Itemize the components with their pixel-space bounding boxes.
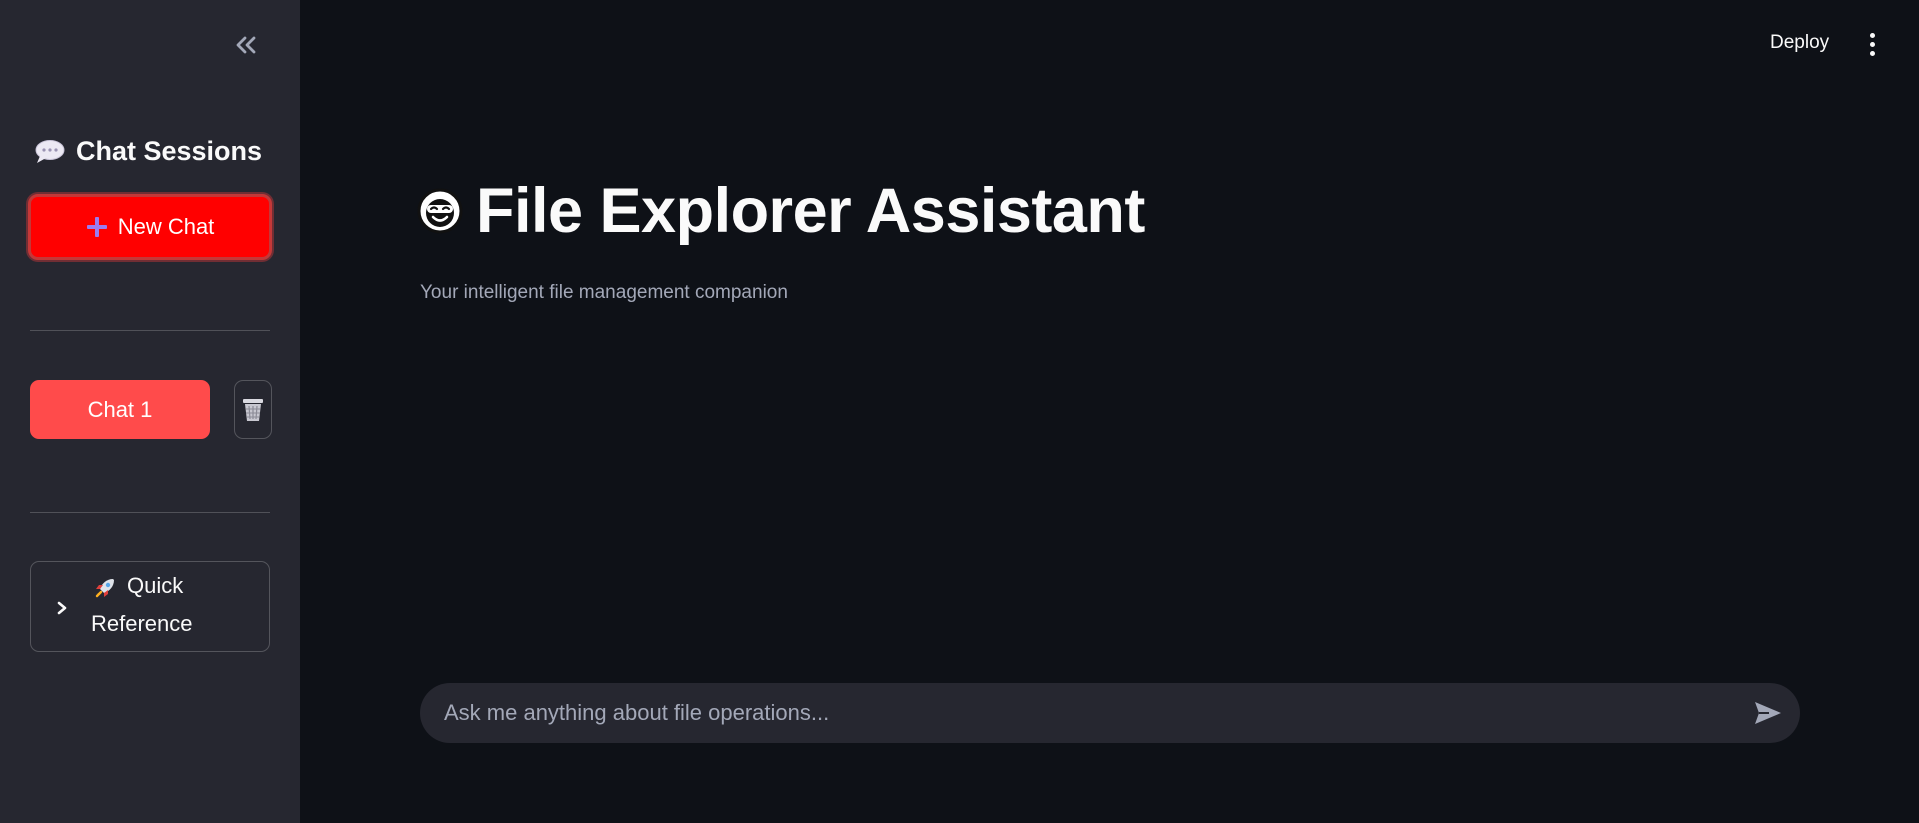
- page-subtitle: Your intelligent file management compani…: [420, 282, 788, 303]
- sidebar: Chat Sessions New Chat Chat 1 Quick Refe…: [0, 0, 300, 823]
- chevron-right-icon: [57, 601, 67, 615]
- send-arrow-icon: [1755, 702, 1781, 724]
- chat-input-container: [420, 683, 1800, 743]
- deploy-button[interactable]: Deploy: [1762, 28, 1837, 58]
- app-root: Chat Sessions New Chat Chat 1 Quick Refe…: [0, 0, 1919, 823]
- chat-session-label: Chat 1: [87, 396, 153, 422]
- expander-label-line1: Quick: [127, 573, 184, 598]
- vertical-ellipsis-icon: [1869, 41, 1875, 47]
- plus-icon: [86, 216, 108, 238]
- vertical-ellipsis-icon: [1869, 32, 1875, 38]
- quick-reference-expander[interactable]: Quick Reference: [30, 561, 270, 652]
- vertical-ellipsis-icon: [1869, 50, 1875, 56]
- new-chat-label: New Chat: [117, 214, 215, 239]
- main-menu-button[interactable]: [1862, 30, 1882, 58]
- page-title-text: File Explorer Assistant: [476, 176, 1145, 246]
- double-chevron-left-icon: [236, 36, 256, 54]
- new-chat-button[interactable]: New Chat: [28, 194, 272, 260]
- wastebasket-icon: [243, 398, 263, 421]
- speech-bubble-icon: [34, 138, 66, 166]
- divider: [30, 330, 270, 331]
- delete-chat-button[interactable]: [234, 380, 272, 439]
- chat-input[interactable]: [444, 683, 1724, 743]
- sidebar-title: Chat Sessions: [34, 136, 262, 167]
- chat-session-button[interactable]: Chat 1: [30, 380, 210, 439]
- rocket-icon: [95, 579, 114, 598]
- expander-label-line2: Reference: [91, 611, 193, 636]
- send-button[interactable]: [1752, 698, 1784, 728]
- collapse-sidebar-button[interactable]: [228, 28, 264, 62]
- page-title: File Explorer Assistant: [416, 175, 1145, 247]
- sidebar-title-text: Chat Sessions: [76, 136, 263, 166]
- divider: [30, 512, 270, 513]
- smiling-face-icon: [416, 187, 464, 235]
